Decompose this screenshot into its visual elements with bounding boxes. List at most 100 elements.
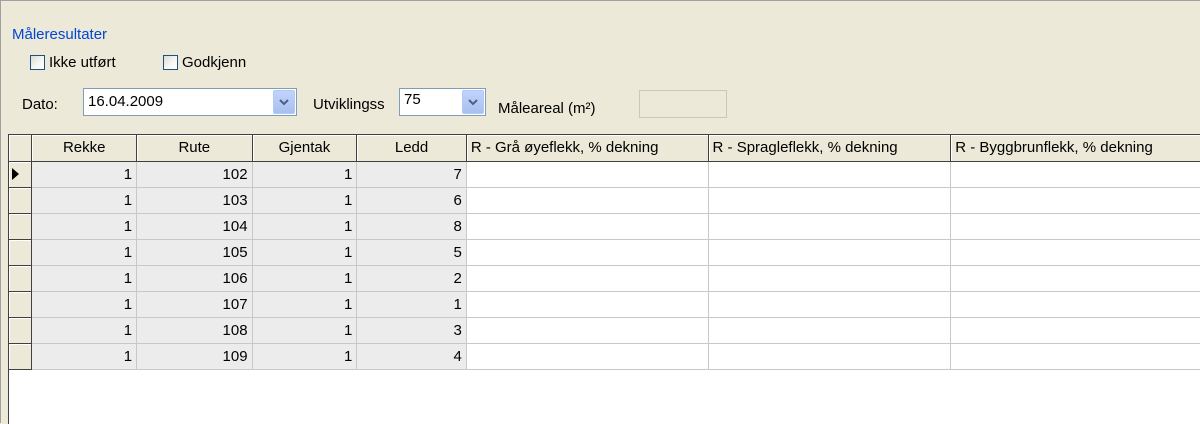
maleareal-label: Måleareal (m²) xyxy=(498,100,596,117)
cell-ledd[interactable]: 2 xyxy=(356,265,467,292)
cell-byggbrunflekk[interactable] xyxy=(950,265,1200,292)
cell-spragleflekk[interactable] xyxy=(708,187,952,214)
cell-gra-oyeflekk[interactable] xyxy=(466,239,709,266)
cell-spragleflekk[interactable] xyxy=(708,291,952,318)
cell-gjentak[interactable]: 1 xyxy=(252,213,358,240)
cell-ledd[interactable]: 6 xyxy=(356,187,467,214)
group-title: Måleresultater xyxy=(12,26,108,43)
cell-byggbrunflekk[interactable] xyxy=(950,161,1200,188)
row-selector[interactable] xyxy=(9,161,33,188)
cell-byggbrunflekk[interactable] xyxy=(950,317,1200,344)
cell-rute[interactable]: 106 xyxy=(136,265,253,292)
header-row: Rekke Rute Gjentak Ledd R - Grå øyeflekk… xyxy=(9,135,1200,162)
row-selector[interactable] xyxy=(9,265,33,292)
cell-spragleflekk[interactable] xyxy=(708,343,952,370)
column-header-ledd[interactable]: Ledd xyxy=(356,135,467,162)
dato-value: 16.04.2009 xyxy=(88,93,164,110)
row-selector[interactable] xyxy=(9,343,33,370)
column-header-spragleflekk[interactable]: R - Spragleflekk, % dekning xyxy=(708,135,952,162)
cell-gjentak[interactable]: 1 xyxy=(252,187,358,214)
table-row[interactable]: 1 105 1 5 xyxy=(9,239,1200,266)
row-selector[interactable] xyxy=(9,239,33,266)
cell-gra-oyeflekk[interactable] xyxy=(466,187,709,214)
utviklings-dropdown[interactable]: 75 xyxy=(399,88,486,116)
table-row[interactable]: 1 103 1 6 xyxy=(9,187,1200,214)
cell-gjentak[interactable]: 1 xyxy=(252,239,358,266)
cell-ledd[interactable]: 5 xyxy=(356,239,467,266)
results-table: Rekke Rute Gjentak Ledd R - Grå øyeflekk… xyxy=(9,135,1200,370)
table-row[interactable]: 1 107 1 1 xyxy=(9,291,1200,318)
godkjenn-checkbox[interactable]: Godkjenn xyxy=(163,52,246,72)
dato-dropdown[interactable]: 16.04.2009 xyxy=(83,88,297,116)
column-header-rekke[interactable]: Rekke xyxy=(31,135,138,162)
table-row[interactable]: 1 106 1 2 xyxy=(9,265,1200,292)
cell-gjentak[interactable]: 1 xyxy=(252,343,358,370)
cell-rekke[interactable]: 1 xyxy=(31,187,138,214)
cell-rekke[interactable]: 1 xyxy=(31,213,138,240)
cell-spragleflekk[interactable] xyxy=(708,161,952,188)
chevron-down-icon xyxy=(468,98,478,105)
cell-gra-oyeflekk[interactable] xyxy=(466,317,709,344)
cell-gjentak[interactable]: 1 xyxy=(252,161,358,188)
row-selector[interactable] xyxy=(9,213,33,240)
utviklings-label: Utviklingss xyxy=(313,96,385,113)
cell-gra-oyeflekk[interactable] xyxy=(466,343,709,370)
cell-byggbrunflekk[interactable] xyxy=(950,239,1200,266)
cell-byggbrunflekk[interactable] xyxy=(950,187,1200,214)
checkbox-box[interactable] xyxy=(163,54,178,70)
table-row[interactable]: 1 104 1 8 xyxy=(9,213,1200,240)
cell-rute[interactable]: 105 xyxy=(136,239,253,266)
column-header-byggbrunflekk[interactable]: R - Byggbrunflekk, % dekning xyxy=(950,135,1200,162)
cell-byggbrunflekk[interactable] xyxy=(950,291,1200,318)
cell-ledd[interactable]: 8 xyxy=(356,213,467,240)
cell-gjentak[interactable]: 1 xyxy=(252,265,358,292)
cell-rekke[interactable]: 1 xyxy=(31,343,138,370)
row-selector[interactable] xyxy=(9,317,33,344)
data-grid[interactable]: Rekke Rute Gjentak Ledd R - Grå øyeflekk… xyxy=(8,134,1200,424)
cell-gra-oyeflekk[interactable] xyxy=(466,213,709,240)
cell-spragleflekk[interactable] xyxy=(708,317,952,344)
chevron-down-icon xyxy=(279,98,289,105)
utviklings-value: 75 xyxy=(404,91,421,108)
column-header-gjentak[interactable]: Gjentak xyxy=(252,135,358,162)
cell-ledd[interactable]: 1 xyxy=(356,291,467,318)
cell-spragleflekk[interactable] xyxy=(708,239,952,266)
checkbox-box[interactable] xyxy=(30,54,45,70)
utviklings-dropdown-button[interactable] xyxy=(462,90,484,114)
cell-ledd[interactable]: 7 xyxy=(356,161,467,188)
cell-rekke[interactable]: 1 xyxy=(31,161,138,188)
cell-gra-oyeflekk[interactable] xyxy=(466,161,709,188)
cell-ledd[interactable]: 3 xyxy=(356,317,467,344)
ikke-utfort-checkbox[interactable]: Ikke utført xyxy=(30,52,116,72)
dato-dropdown-button[interactable] xyxy=(273,90,295,114)
cell-rekke[interactable]: 1 xyxy=(31,239,138,266)
cell-rute[interactable]: 109 xyxy=(136,343,253,370)
row-selector[interactable] xyxy=(9,291,33,318)
table-row[interactable]: 1 109 1 4 xyxy=(9,343,1200,370)
cell-rekke[interactable]: 1 xyxy=(31,291,138,318)
column-header-gra-oyeflekk[interactable]: R - Grå øyeflekk, % dekning xyxy=(466,135,709,162)
cell-gjentak[interactable]: 1 xyxy=(252,317,358,344)
column-header-rute[interactable]: Rute xyxy=(136,135,253,162)
dato-label: Dato: xyxy=(22,96,58,113)
checkbox-label: Godkjenn xyxy=(182,53,247,71)
cell-spragleflekk[interactable] xyxy=(708,213,952,240)
row-selector[interactable] xyxy=(9,187,33,214)
cell-byggbrunflekk[interactable] xyxy=(950,343,1200,370)
cell-rute[interactable]: 108 xyxy=(136,317,253,344)
cell-rute[interactable]: 107 xyxy=(136,291,253,318)
cell-gra-oyeflekk[interactable] xyxy=(466,265,709,292)
cell-gra-oyeflekk[interactable] xyxy=(466,291,709,318)
cell-rekke[interactable]: 1 xyxy=(31,317,138,344)
maleareal-field[interactable] xyxy=(639,90,727,118)
cell-byggbrunflekk[interactable] xyxy=(950,213,1200,240)
cell-rute[interactable]: 103 xyxy=(136,187,253,214)
cell-rekke[interactable]: 1 xyxy=(31,265,138,292)
cell-rute[interactable]: 102 xyxy=(136,161,253,188)
cell-ledd[interactable]: 4 xyxy=(356,343,467,370)
cell-gjentak[interactable]: 1 xyxy=(252,291,358,318)
table-row[interactable]: 1 102 1 7 xyxy=(9,161,1200,188)
cell-rute[interactable]: 104 xyxy=(136,213,253,240)
table-row[interactable]: 1 108 1 3 xyxy=(9,317,1200,344)
cell-spragleflekk[interactable] xyxy=(708,265,952,292)
